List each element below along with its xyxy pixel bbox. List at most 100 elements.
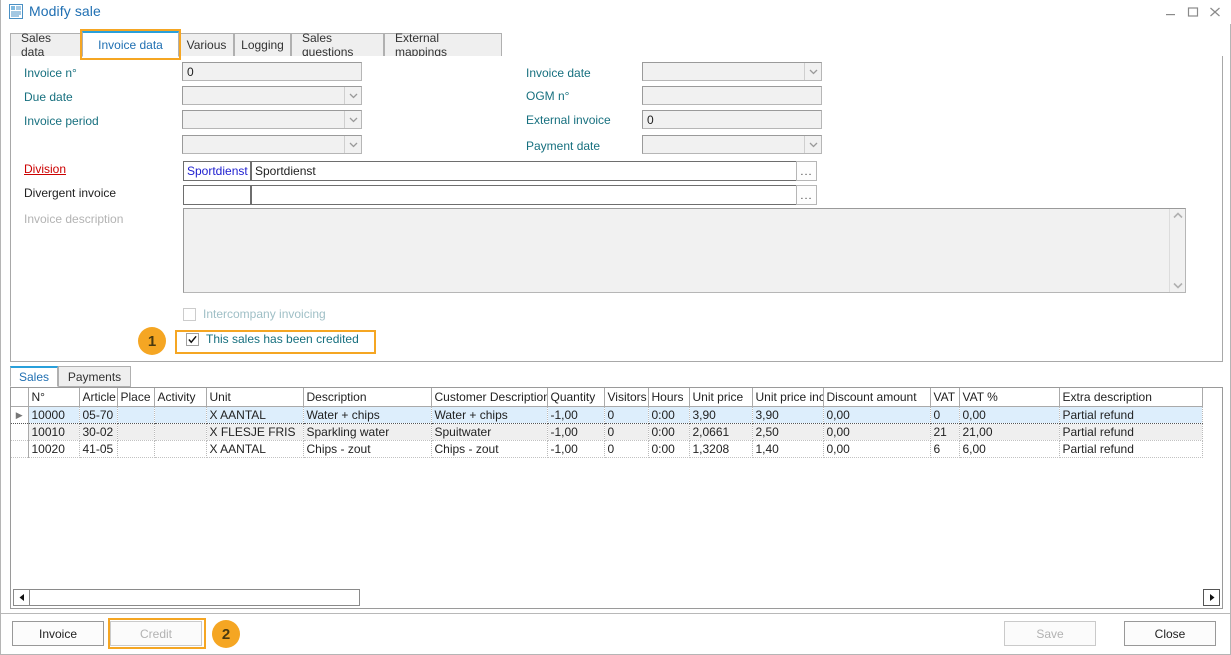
intercompany-invoicing-checkbox[interactable] — [183, 308, 196, 321]
invoice-description-textarea[interactable] — [183, 208, 1186, 293]
col-vat-pct[interactable]: VAT % — [959, 388, 1059, 407]
tab-sales-data[interactable]: Sales data — [10, 33, 82, 57]
cell-customer-description[interactable]: Spuitwater — [431, 424, 547, 441]
scroll-track[interactable] — [30, 590, 359, 605]
cell-visitors[interactable]: 0 — [604, 424, 648, 441]
division-browse-button[interactable]: ... — [796, 161, 817, 181]
cell-quantity[interactable]: -1,00 — [547, 441, 604, 458]
scroll-down-icon[interactable] — [1173, 282, 1183, 289]
cell-vat[interactable]: 0 — [930, 407, 959, 424]
cell-article[interactable]: 41-05 — [79, 441, 117, 458]
col-place[interactable]: Place — [117, 388, 154, 407]
sales-credited-checkbox[interactable] — [186, 333, 199, 346]
cell-discount-amount[interactable]: 0,00 — [823, 424, 930, 441]
invoice-period-second-combo[interactable] — [182, 135, 362, 154]
table-row[interactable]: 10010 30-02 X FLESJE FRIS Sparkling wate… — [11, 424, 1202, 441]
col-activity[interactable]: Activity — [154, 388, 206, 407]
tab-sales-questions[interactable]: Sales questions — [291, 33, 384, 57]
intercompany-invoicing-checkbox-row[interactable]: Intercompany invoicing — [183, 307, 326, 321]
tab-logging[interactable]: Logging — [234, 33, 291, 57]
cell-unit-price-incl[interactable]: 2,50 — [752, 424, 823, 441]
cell-unit-price[interactable]: 3,90 — [689, 407, 752, 424]
cell-unit[interactable]: X FLESJE FRIS — [206, 424, 303, 441]
maximize-icon[interactable] — [1182, 3, 1204, 21]
grid-horizontal-scrollbar[interactable] — [13, 589, 360, 606]
save-button[interactable]: Save — [1004, 621, 1096, 646]
cell-activity[interactable] — [154, 424, 206, 441]
tab-invoice-data[interactable]: Invoice data — [82, 31, 179, 57]
cell-customer-description[interactable]: Water + chips — [431, 407, 547, 424]
table-row[interactable]: 10020 41-05 X AANTAL Chips - zout Chips … — [11, 441, 1202, 458]
payment-date-combo[interactable] — [642, 135, 822, 154]
cell-vat-pct[interactable]: 0,00 — [959, 407, 1059, 424]
cell-extra-description[interactable]: Partial refund — [1059, 424, 1202, 441]
cell-description[interactable]: Water + chips — [303, 407, 431, 424]
division-code-field[interactable]: Sportdienst — [183, 161, 251, 181]
cell-discount-amount[interactable]: 0,00 — [823, 407, 930, 424]
col-discount-amount[interactable]: Discount amount — [823, 388, 930, 407]
col-customer-description[interactable]: Customer Description — [431, 388, 547, 407]
cell-description[interactable]: Chips - zout — [303, 441, 431, 458]
cell-description[interactable]: Sparkling water — [303, 424, 431, 441]
chevron-down-icon[interactable] — [804, 136, 821, 153]
invoice-date-combo[interactable] — [642, 62, 822, 81]
cell-vat[interactable]: 6 — [930, 441, 959, 458]
cell-hours[interactable]: 0:00 — [648, 407, 689, 424]
col-quantity[interactable]: Quantity — [547, 388, 604, 407]
cell-place[interactable] — [117, 407, 154, 424]
chevron-down-icon[interactable] — [344, 87, 361, 104]
minimize-icon[interactable] — [1160, 3, 1182, 21]
chevron-down-icon[interactable] — [344, 111, 361, 128]
chevron-down-icon[interactable] — [344, 136, 361, 153]
cell-discount-amount[interactable]: 0,00 — [823, 441, 930, 458]
col-description[interactable]: Description — [303, 388, 431, 407]
cell-visitors[interactable]: 0 — [604, 441, 648, 458]
cell-no[interactable]: 10000 — [28, 407, 79, 424]
cell-no[interactable]: 10010 — [28, 424, 79, 441]
tab-various[interactable]: Various — [179, 33, 234, 57]
col-unit-price[interactable]: Unit price — [689, 388, 752, 407]
close-icon[interactable] — [1204, 3, 1226, 21]
cell-unit-price[interactable]: 2,0661 — [689, 424, 752, 441]
cell-vat-pct[interactable]: 6,00 — [959, 441, 1059, 458]
cell-quantity[interactable]: -1,00 — [547, 407, 604, 424]
cell-unit-price[interactable]: 1,3208 — [689, 441, 752, 458]
grid-scroll-right-button[interactable] — [1203, 589, 1220, 606]
col-hours[interactable]: Hours — [648, 388, 689, 407]
cell-customer-description[interactable]: Chips - zout — [431, 441, 547, 458]
grid-tab-sales[interactable]: Sales — [10, 366, 58, 387]
divergent-invoice-name-field[interactable] — [251, 185, 802, 205]
col-visitors[interactable]: Visitors — [604, 388, 648, 407]
cell-unit[interactable]: X AANTAL — [206, 441, 303, 458]
row-marker[interactable] — [11, 424, 28, 441]
credit-button[interactable]: Credit — [110, 621, 202, 646]
col-unit[interactable]: Unit — [206, 388, 303, 407]
cell-extra-description[interactable]: Partial refund — [1059, 407, 1202, 424]
cell-quantity[interactable]: -1,00 — [547, 424, 604, 441]
cell-visitors[interactable]: 0 — [604, 407, 648, 424]
cell-place[interactable] — [117, 424, 154, 441]
close-button[interactable]: Close — [1124, 621, 1216, 646]
invoice-description-scrollbar[interactable] — [1169, 209, 1185, 292]
divergent-invoice-browse-button[interactable]: ... — [796, 185, 817, 205]
cell-vat-pct[interactable]: 21,00 — [959, 424, 1059, 441]
table-row[interactable]: ▶ 10000 05-70 X AANTAL Water + chips Wat… — [11, 407, 1202, 424]
cell-extra-description[interactable]: Partial refund — [1059, 441, 1202, 458]
division-name-field[interactable]: Sportdienst — [251, 161, 802, 181]
cell-hours[interactable]: 0:00 — [648, 424, 689, 441]
col-article[interactable]: Article — [79, 388, 117, 407]
divergent-invoice-code-field[interactable] — [183, 185, 251, 205]
cell-place[interactable] — [117, 441, 154, 458]
grid-tab-payments[interactable]: Payments — [58, 366, 131, 387]
scroll-up-icon[interactable] — [1173, 212, 1183, 219]
cell-no[interactable]: 10020 — [28, 441, 79, 458]
cell-unit[interactable]: X AANTAL — [206, 407, 303, 424]
due-date-combo[interactable] — [182, 86, 362, 105]
cell-hours[interactable]: 0:00 — [648, 441, 689, 458]
cell-unit-price-incl[interactable]: 3,90 — [752, 407, 823, 424]
cell-vat[interactable]: 21 — [930, 424, 959, 441]
scroll-left-icon[interactable] — [14, 590, 30, 605]
tab-external-mappings[interactable]: External mappings — [384, 33, 502, 57]
col-extra-description[interactable]: Extra description — [1059, 388, 1202, 407]
invoice-period-combo[interactable] — [182, 110, 362, 129]
